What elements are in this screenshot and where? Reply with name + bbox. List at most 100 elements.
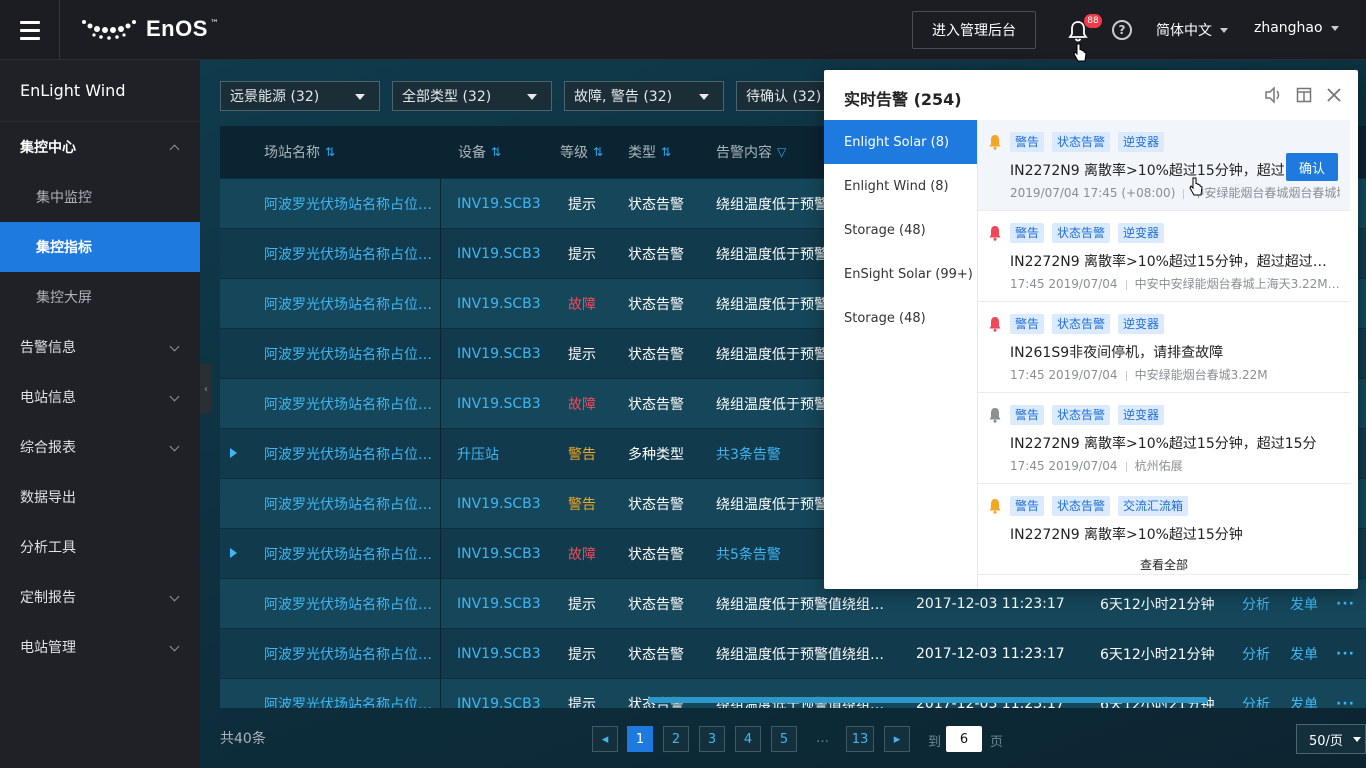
sidebar-item-big-screen[interactable]: 集控大屏 <box>0 272 200 322</box>
page-button-1[interactable]: 1 <box>627 726 653 752</box>
confirm-button[interactable]: 确认 <box>1286 153 1338 181</box>
alert-item[interactable]: 警告 状态告警 逆变器 IN2272N9 离散率>10%超过15分钟，超过超过超过1…… <box>978 211 1350 302</box>
dispatch-link[interactable]: 发单 <box>1290 629 1318 679</box>
column-header-content[interactable]: 告警内容 ▽ <box>716 126 786 178</box>
close-icon[interactable] <box>1326 87 1342 103</box>
alert-item[interactable]: 警告 状态告警 逆变器 IN261S9非夜间停机，请排查故障 17:45 2019/07… <box>978 302 1350 393</box>
goto-page-input[interactable]: 6 <box>946 726 982 752</box>
meta-divider <box>1125 279 1127 290</box>
device-link[interactable]: INV19.SCB3 <box>457 479 557 529</box>
sound-icon[interactable] <box>1264 86 1282 104</box>
sidebar-item-control-center[interactable]: 集控中心 <box>0 122 200 172</box>
station-name-link[interactable]: 阿波罗光伏场站名称占位… <box>264 629 444 679</box>
view-all-link[interactable]: 查看全部 <box>978 556 1350 573</box>
source-item[interactable]: Enlight Solar (8) <box>824 120 977 164</box>
type-filter[interactable]: 全部类型 (32) <box>392 81 552 111</box>
expand-row-icon[interactable] <box>230 548 237 558</box>
table-row[interactable]: 阿波罗光伏场站名称占位…INV19.SCB3提示状态告警绕组温度低于预警值绕组…… <box>220 678 1366 708</box>
sidebar: EnLight Wind 集控中心 集中监控 集控指标 集控大屏 告警信息 电站… <box>0 60 200 768</box>
sidebar-item-custom-reports[interactable]: 定制报告 <box>0 572 200 622</box>
alert-item[interactable]: 警告 状态告警 逆变器 IN2272N9 离散率>10%超过15分钟，超过15 2019… <box>978 120 1350 211</box>
expand-row-icon[interactable] <box>230 448 237 458</box>
analyze-link[interactable]: 分析 <box>1242 679 1270 708</box>
device-link[interactable]: INV19.SCB3 <box>457 679 557 708</box>
source-item[interactable]: EnSight Solar (99+) <box>824 252 977 296</box>
alert-location: 中安绿能烟台春城3.22M <box>1134 368 1268 382</box>
column-header-level[interactable]: 等级 ⇅ <box>560 126 603 178</box>
sort-icon[interactable]: ⇅ <box>491 145 501 159</box>
alarm-duration: 6天12小时21分钟 <box>1100 647 1215 663</box>
table-row[interactable]: 阿波罗光伏场站名称占位…INV19.SCB3提示状态告警绕组温度低于预警值绕组…… <box>220 628 1366 678</box>
analyze-link[interactable]: 分析 <box>1242 629 1270 679</box>
device-link[interactable]: INV19.SCB3 <box>457 279 557 329</box>
level-badge: 提示 <box>568 697 596 708</box>
horizontal-scrollbar[interactable] <box>648 697 1208 703</box>
prev-page-button[interactable]: ◂ <box>592 726 618 752</box>
dock-icon[interactable] <box>1296 87 1312 103</box>
sidebar-item-analysis-tools[interactable]: 分析工具 <box>0 522 200 572</box>
source-item[interactable]: Storage (48) <box>824 296 977 340</box>
device-link[interactable]: INV19.SCB3 <box>457 529 557 579</box>
sidebar-item-central-monitoring[interactable]: 集中监控 <box>0 172 200 222</box>
meta-divider <box>1183 188 1185 199</box>
alert-location: 杭州佑展 <box>1134 459 1183 473</box>
station-name-link[interactable]: 阿波罗光伏场站名称占位… <box>264 479 444 529</box>
page-button-2[interactable]: 2 <box>663 726 689 752</box>
help-icon[interactable]: ? <box>1112 20 1132 40</box>
sort-icon[interactable]: ⇅ <box>661 145 671 159</box>
sidebar-item-station-management[interactable]: 电站管理 <box>0 622 200 672</box>
station-name-link[interactable]: 阿波罗光伏场站名称占位… <box>264 679 444 708</box>
sidebar-collapse-handle[interactable]: ‹ <box>200 364 212 414</box>
page-button-4[interactable]: 4 <box>735 726 761 752</box>
station-name-link[interactable]: 阿波罗光伏场站名称占位… <box>264 379 444 429</box>
device-link[interactable]: INV19.SCB3 <box>457 379 557 429</box>
more-icon[interactable]: ··· <box>1336 629 1355 679</box>
page-size-select[interactable]: 50/页 <box>1296 724 1366 754</box>
station-name-link[interactable]: 阿波罗光伏场站名称占位… <box>264 579 444 629</box>
station-name-link[interactable]: 阿波罗光伏场站名称占位… <box>264 429 444 479</box>
sidebar-item-alarms[interactable]: 告警信息 <box>0 322 200 372</box>
page-button-3[interactable]: 3 <box>699 726 725 752</box>
device-link[interactable]: INV19.SCB3 <box>457 629 557 679</box>
sidebar-item-control-indicators[interactable]: 集控指标 <box>0 222 200 272</box>
device-link[interactable]: INV19.SCB3 <box>457 329 557 379</box>
device-link[interactable]: INV19.SCB3 <box>457 229 557 279</box>
language-selector[interactable]: 简体中文 <box>1156 20 1228 40</box>
source-item[interactable]: Storage (48) <box>824 208 977 252</box>
company-filter[interactable]: 远景能源 (32) <box>220 81 380 111</box>
alarm-time: 2017-12-03 11:23:17 <box>916 679 1096 708</box>
device-link[interactable]: INV19.SCB3 <box>457 179 557 229</box>
station-name-link[interactable]: 阿波罗光伏场站名称占位… <box>264 229 444 279</box>
sort-icon[interactable]: ⇅ <box>593 145 603 159</box>
next-page-button[interactable]: ▸ <box>884 726 910 752</box>
alert-tag: 警告 <box>1010 496 1045 516</box>
station-name-link[interactable]: 阿波罗光伏场站名称占位… <box>264 279 444 329</box>
column-header-device[interactable]: 设备 ⇅ <box>458 126 501 178</box>
dispatch-link[interactable]: 发单 <box>1290 679 1318 708</box>
sidebar-item-label: 电站信息 <box>20 390 76 406</box>
sort-icon[interactable]: ⇅ <box>325 145 335 159</box>
device-link[interactable]: 升压站 <box>457 429 557 479</box>
user-menu[interactable]: zhanghao <box>1254 20 1339 36</box>
logo-mark-icon <box>82 20 136 40</box>
column-header-type[interactable]: 类型 ⇅ <box>628 126 671 178</box>
menu-icon[interactable] <box>0 0 60 60</box>
sidebar-item-reports[interactable]: 综合报表 <box>0 422 200 472</box>
column-header-station[interactable]: 场站名称 ⇅ <box>264 126 335 178</box>
source-item[interactable]: Enlight Wind (8) <box>824 164 977 208</box>
level-badge: 提示 <box>568 647 596 663</box>
alert-item[interactable]: 警告 状态告警 逆变器 IN2272N9 离散率>10%超过15分钟，超过15分 17:… <box>978 393 1350 484</box>
filter-icon[interactable]: ▽ <box>777 145 786 159</box>
device-link[interactable]: INV19.SCB3 <box>457 579 557 629</box>
more-icon[interactable]: ··· <box>1336 679 1355 708</box>
logo[interactable]: EnOS ™ <box>80 16 219 42</box>
station-name-link[interactable]: 阿波罗光伏场站名称占位… <box>264 529 444 579</box>
station-name-link[interactable]: 阿波罗光伏场站名称占位… <box>264 329 444 379</box>
station-name-link[interactable]: 阿波罗光伏场站名称占位… <box>264 179 444 229</box>
page-button-5[interactable]: 5 <box>771 726 797 752</box>
level-filter[interactable]: 故障, 警告 (32) <box>564 81 724 111</box>
sidebar-item-data-export[interactable]: 数据导出 <box>0 472 200 522</box>
admin-console-button[interactable]: 进入管理后台 <box>912 11 1036 49</box>
sidebar-item-station-info[interactable]: 电站信息 <box>0 372 200 422</box>
page-button-13[interactable]: 13 <box>846 726 874 752</box>
